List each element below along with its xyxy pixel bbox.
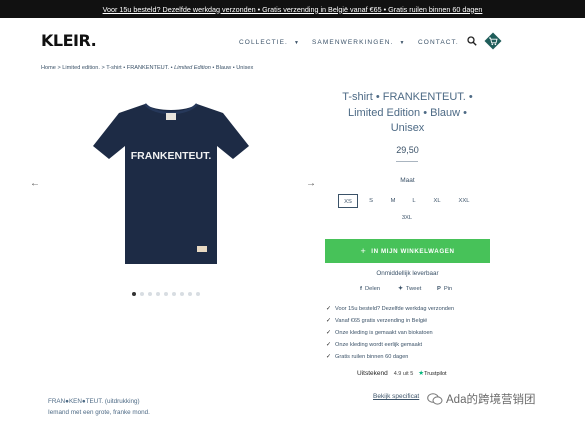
add-to-cart-button[interactable]: + IN MIJN WINKELWAGEN	[325, 239, 490, 263]
search-icon[interactable]	[467, 36, 477, 46]
usp-text: Vanaf €65 gratis verzending in België	[335, 318, 428, 324]
breadcrumb-current-b: Limited Edition	[174, 65, 211, 71]
usp-item: ✓ Onze kleding wordt eerlijk gemaakt	[326, 341, 422, 348]
twitter-icon: ✦	[398, 286, 403, 292]
announcement-bar: Voor 15u besteld? Dezelfde werkdag verzo…	[0, 0, 585, 18]
size-option-xl[interactable]: XL	[427, 194, 447, 208]
usp-item: ✓ Vanaf €65 gratis verzending in België	[326, 317, 427, 324]
gallery-next-arrow-icon[interactable]: →	[306, 178, 316, 189]
breadcrumb-current-c: • Blauw • Unisex	[212, 65, 254, 71]
size-option-s[interactable]: S	[361, 194, 381, 208]
nav-samenwerkingen[interactable]: SAMENWERKINGEN. ▼	[312, 39, 406, 46]
check-icon: ✓	[326, 330, 332, 336]
cart-icon[interactable]	[484, 32, 502, 50]
share-facebook-label: Delen	[364, 286, 381, 292]
description-definition: Iemand met een grote, franke mond.	[48, 409, 150, 416]
nav-collectie-label: COLLECTIE.	[239, 39, 288, 46]
share-pinterest[interactable]: P Pin	[437, 286, 452, 292]
chevron-down-icon: ▼	[399, 40, 406, 46]
nav-contact-label: CONTACT.	[418, 39, 459, 46]
nav-samenwerkingen-label: SAMENWERKINGEN.	[312, 39, 394, 46]
product-title: T-shirt • FRANKENTEUT. • Limited Edition…	[330, 90, 485, 137]
gallery-dot[interactable]	[188, 292, 192, 296]
size-option-m[interactable]: M	[383, 194, 403, 208]
size-option-3xl[interactable]: 3XL	[397, 211, 417, 225]
pinterest-icon: P	[437, 286, 441, 292]
breadcrumb: Home > Limited edition. > T-shirt • FRAN…	[41, 65, 253, 71]
trustpilot-widget[interactable]: Uitstekend 4.9 uit 5 ★Trustpilot	[357, 369, 447, 377]
trustpilot-brand: Trustpilot	[424, 371, 447, 377]
price-divider	[396, 161, 418, 162]
share-twitter-label: Tweet	[405, 286, 422, 292]
gallery-dot[interactable]	[140, 292, 144, 296]
nav-collectie[interactable]: COLLECTIE. ▼	[239, 39, 300, 46]
availability-text: Onmiddellijk leverbaar	[376, 270, 439, 277]
gallery-dots	[132, 292, 200, 296]
specs-link[interactable]: Bekijk specificat	[373, 393, 419, 400]
gallery-dot[interactable]	[132, 292, 136, 296]
facebook-icon: f	[360, 286, 362, 292]
product-price: 29,50	[396, 145, 419, 155]
site-header: KLEIR. COLLECTIE. ▼ SAMENWERKINGEN. ▼ CONT…	[0, 18, 585, 64]
check-icon: ✓	[326, 318, 332, 324]
trustpilot-label: Uitstekend	[357, 370, 388, 377]
nav-contact[interactable]: CONTACT.	[418, 39, 459, 46]
check-icon: ✓	[326, 342, 332, 348]
share-pinterest-label: Pin	[443, 286, 453, 292]
product-title-line: T-shirt • FRANKENTEUT. •	[342, 91, 473, 103]
description-term: FRAN●KEN●TEUT. (uitdrukking)	[48, 398, 140, 405]
share-facebook[interactable]: f Delen	[360, 286, 380, 292]
gallery-dot[interactable]	[180, 292, 184, 296]
usp-text: Onze kleding is gemaakt van biokatoen	[335, 330, 433, 336]
breadcrumb-collection[interactable]: Limited edition.	[62, 65, 100, 71]
usp-text: Voor 15u besteld? Dezelfde werkdag verzo…	[335, 306, 455, 312]
usp-text: Onze kleding wordt eerlijk gemaakt	[335, 342, 423, 348]
watermark: Ada的跨境营销团	[427, 391, 535, 407]
gallery-dot[interactable]	[156, 292, 160, 296]
trustpilot-score: 4.9 uit 5	[393, 371, 414, 377]
add-to-cart-label: IN MIJN WINKELWAGEN	[371, 247, 455, 255]
product-title-line: Limited Edition • Blauw •	[348, 106, 467, 119]
shirt-print-text: FRANKENTEUT.	[131, 150, 212, 162]
breadcrumb-home[interactable]: Home	[41, 65, 56, 71]
breadcrumb-current-a: T-shirt • FRANKENTEUT. •	[106, 65, 173, 71]
share-twitter[interactable]: ✦ Tweet	[398, 286, 421, 292]
chevron-down-icon: ▼	[293, 40, 300, 46]
gallery-prev-arrow-icon[interactable]: ←	[30, 178, 40, 189]
kleir-logo[interactable]: KLEIR.	[41, 31, 97, 50]
check-icon: ✓	[326, 306, 332, 312]
size-label: Maat	[400, 177, 415, 184]
gallery-dot[interactable]	[164, 292, 168, 296]
gallery-dot[interactable]	[196, 292, 200, 296]
usp-text: Gratis ruilen binnen 60 dagen	[335, 354, 409, 360]
usp-item: ✓ Voor 15u besteld? Dezelfde werkdag verz…	[326, 305, 454, 312]
announcement-text[interactable]: Voor 15u besteld? Dezelfde werkdag verzo…	[103, 5, 483, 14]
size-option-xxl[interactable]: XXL	[454, 194, 474, 208]
usp-item: ✓ Gratis ruilen binnen 60 dagen	[326, 353, 408, 360]
watermark-text: Ada的跨境营销团	[446, 394, 536, 406]
wechat-icon	[427, 393, 443, 405]
gallery-dot[interactable]	[172, 292, 176, 296]
usp-item: ✓ Onze kleding is gemaakt van biokatoen	[326, 329, 433, 336]
check-icon: ✓	[326, 354, 332, 360]
size-option-xs[interactable]: XS	[338, 194, 358, 208]
gallery-dot[interactable]	[148, 292, 152, 296]
product-title-line: Unisex	[390, 122, 425, 134]
size-option-l[interactable]: L	[404, 194, 424, 208]
product-image-tshirt[interactable]: FRANKENTEUT.	[93, 96, 249, 264]
plus-icon: +	[360, 246, 367, 256]
